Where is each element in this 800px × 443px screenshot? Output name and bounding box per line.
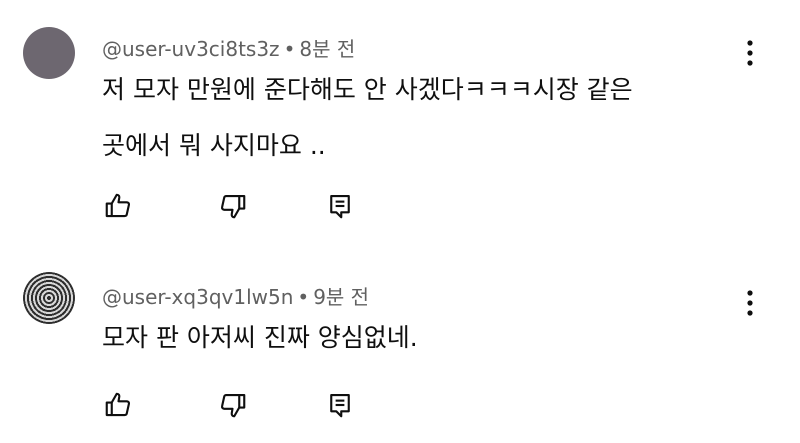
comment-actions	[0, 188, 800, 224]
comment-header: @user-xq3qv1lw5n • 9분 전	[102, 281, 369, 310]
comment-text-line-1: 모자 판 아저씨 진짜 양심없네.	[102, 323, 418, 352]
like-button[interactable]	[100, 188, 136, 224]
separator-dot: •	[283, 37, 296, 61]
comment-text-line-1: 저 모자 만원에 준다해도 안 사겠다ㅋㅋㅋ시장 같은	[102, 75, 633, 104]
more-vertical-icon[interactable]	[740, 38, 760, 68]
thumbs-up-icon	[103, 191, 133, 221]
avatar[interactable]	[23, 27, 75, 79]
dislike-button[interactable]	[215, 387, 251, 423]
timestamp[interactable]: 9분 전	[313, 285, 369, 309]
thumbs-up-icon	[103, 390, 133, 420]
reply-button[interactable]	[322, 387, 358, 423]
dislike-button[interactable]	[215, 188, 251, 224]
comment-text-line-2: 곳에서 뭐 사지마요 ..	[102, 131, 326, 160]
reply-icon	[325, 390, 355, 420]
timestamp[interactable]: 8분 전	[299, 37, 355, 61]
username[interactable]: @user-xq3qv1lw5n	[102, 285, 293, 309]
reply-icon	[325, 191, 355, 221]
like-button[interactable]	[100, 387, 136, 423]
more-vertical-icon[interactable]	[740, 288, 760, 318]
comment-actions	[0, 387, 800, 423]
thumbs-down-icon	[218, 191, 248, 221]
avatar[interactable]	[23, 272, 75, 324]
username[interactable]: @user-uv3ci8ts3z	[102, 37, 280, 61]
reply-button[interactable]	[322, 188, 358, 224]
thumbs-down-icon	[218, 390, 248, 420]
separator-dot: •	[297, 285, 310, 309]
comment-header: @user-uv3ci8ts3z • 8분 전	[102, 33, 355, 62]
